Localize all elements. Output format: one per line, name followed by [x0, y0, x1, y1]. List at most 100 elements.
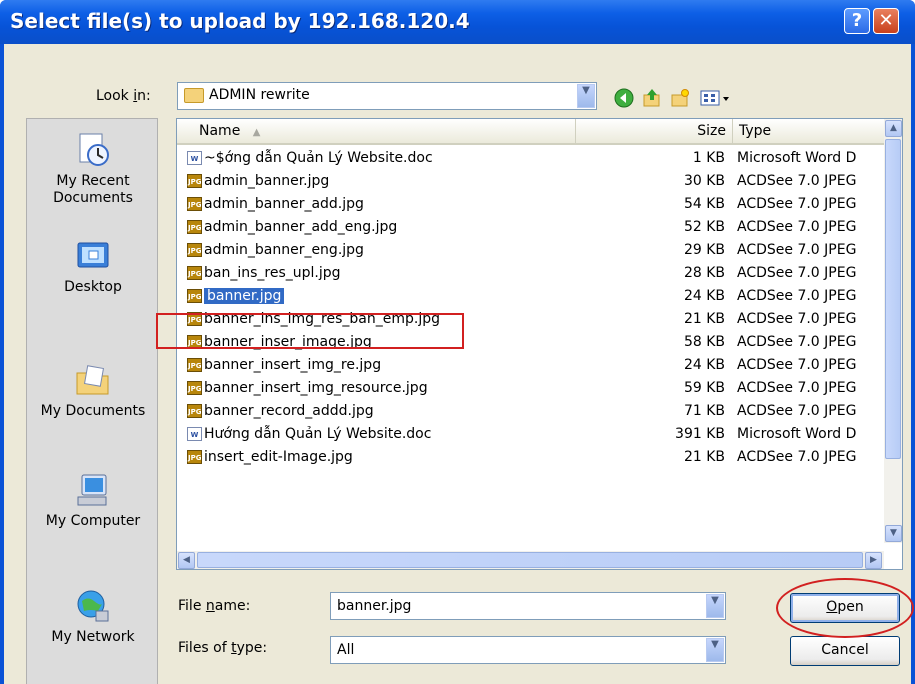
back-icon[interactable]: [614, 88, 634, 108]
file-name: JPG admin_banner_eng.jpg: [187, 242, 364, 258]
file-size: 391 KB: [675, 426, 725, 442]
file-row[interactable]: W ~$ớng dẫn Quản Lý Website.doc 1 KB Micros…: [177, 147, 884, 169]
file-size: 24 KB: [683, 288, 725, 304]
file-row[interactable]: JPG insert_edit-Image.jpg 21 KB ACDSee 7.0 …: [177, 446, 884, 468]
file-row[interactable]: JPG admin_banner.jpg 30 KB ACDSee 7.0 JPEG: [177, 170, 884, 192]
file-name-input[interactable]: banner.jpg ▼: [330, 592, 726, 620]
file-size: 29 KB: [683, 242, 725, 258]
help-button[interactable]: ?: [844, 8, 870, 34]
recent-documents-icon: [79, 133, 109, 166]
highlight-rectangle: [156, 313, 464, 349]
place-my-computer[interactable]: My Computer: [27, 471, 159, 530]
scroll-up-icon[interactable]: ▲: [885, 120, 902, 137]
highlight-ellipse: [776, 578, 914, 638]
column-header-type[interactable]: Type: [732, 119, 884, 145]
file-size: 1 KB: [692, 150, 725, 166]
file-size: 28 KB: [683, 265, 725, 281]
file-size: 24 KB: [683, 357, 725, 373]
place-my-network[interactable]: My Network: [27, 587, 159, 646]
title-bar[interactable]: Select file(s) to upload by 192.168.120.…: [0, 0, 915, 44]
chevron-down-icon[interactable]: ▼: [706, 638, 724, 662]
file-row[interactable]: JPG admin_banner_add.jpg 54 KB ACDSee 7.0 J…: [177, 193, 884, 215]
file-size: 71 KB: [683, 403, 725, 419]
file-row[interactable]: JPG banner_insert_img_resource.jpg 59 KB AC…: [177, 377, 884, 399]
file-name: W Hướng dẫn Quản Lý Website.doc: [187, 423, 431, 445]
file-row[interactable]: W Hướng dẫn Quản Lý Website.doc 391 KB Micr…: [177, 423, 884, 445]
views-menu-icon[interactable]: [700, 88, 734, 108]
file-row[interactable]: JPG admin_banner_add_eng.jpg 52 KB ACDSee 7…: [177, 216, 884, 238]
file-name: JPG banner_record_addd.jpg: [187, 403, 374, 419]
file-name: JPG insert_edit-Image.jpg: [187, 449, 353, 465]
vertical-scroll-thumb[interactable]: [885, 139, 901, 459]
jpeg-file-icon: JPG: [187, 220, 202, 234]
column-header-name[interactable]: Name ▲: [177, 119, 575, 145]
window-title: Select file(s) to upload by 192.168.120.…: [10, 9, 470, 33]
file-name: JPG banner_insert_img_resource.jpg: [187, 380, 428, 396]
chevron-down-icon[interactable]: ▼: [577, 84, 595, 108]
file-row[interactable]: JPG admin_banner_eng.jpg 29 KB ACDSee 7.0 J…: [177, 239, 884, 261]
up-folder-icon[interactable]: [642, 88, 662, 108]
cancel-button[interactable]: Cancel: [790, 636, 900, 666]
jpeg-file-icon: JPG: [187, 358, 202, 372]
jpeg-file-icon: JPG: [187, 450, 202, 464]
word-document-icon: W: [187, 151, 202, 165]
look-in-dropdown[interactable]: ADMIN rewrite ▼: [177, 82, 597, 110]
file-size: 59 KB: [683, 380, 725, 396]
look-in-value: ADMIN rewrite: [209, 87, 310, 103]
jpeg-file-icon: JPG: [187, 266, 202, 280]
file-size: 54 KB: [683, 196, 725, 212]
chevron-down-icon[interactable]: ▼: [706, 594, 724, 618]
file-type: Microsoft Word D: [737, 150, 857, 166]
my-network-icon: [77, 590, 109, 622]
file-type: ACDSee 7.0 JPEG: [737, 242, 857, 258]
scroll-down-icon[interactable]: ▼: [885, 525, 902, 542]
look-in-label: Look in:: [96, 88, 151, 104]
place-recent-documents[interactable]: My Recent Documents: [27, 131, 159, 207]
folder-icon: [184, 87, 204, 103]
files-of-type-label: Files of type:: [178, 640, 268, 656]
file-name: JPG banner.jpg: [187, 285, 285, 307]
sort-ascending-icon: ▲: [252, 127, 261, 138]
horizontal-scrollbar[interactable]: ◀ ▶: [177, 551, 884, 569]
file-name: JPG admin_banner_add.jpg: [187, 196, 364, 212]
jpeg-file-icon: JPG: [187, 381, 202, 395]
jpeg-file-icon: JPG: [187, 404, 202, 418]
file-size: 21 KB: [683, 311, 725, 327]
jpeg-file-icon: JPG: [187, 243, 202, 257]
new-folder-icon[interactable]: [670, 88, 690, 108]
place-my-documents[interactable]: My Documents: [27, 361, 159, 420]
scroll-left-icon[interactable]: ◀: [178, 552, 195, 569]
file-name: JPG admin_banner.jpg: [187, 173, 330, 189]
file-type: ACDSee 7.0 JPEG: [737, 403, 857, 419]
file-name: W ~$ớng dẫn Quản Lý Website.doc: [187, 147, 433, 169]
file-type: ACDSee 7.0 JPEG: [737, 334, 857, 350]
file-row[interactable]: JPG banner.jpg 24 KB ACDSee 7.0 JPEG: [177, 285, 884, 307]
file-row[interactable]: JPG banner_record_addd.jpg 71 KB ACDSee 7.0…: [177, 400, 884, 422]
desktop-icon: [77, 242, 109, 268]
places-bar: My Recent Documents Desktop My Documents…: [26, 118, 158, 684]
horizontal-scroll-thumb[interactable]: [197, 552, 863, 568]
file-type: ACDSee 7.0 JPEG: [737, 311, 857, 327]
file-type: ACDSee 7.0 JPEG: [737, 380, 857, 396]
column-header-size[interactable]: Size: [575, 119, 732, 145]
file-row[interactable]: JPG banner_insert_img_re.jpg 24 KB ACDSee 7…: [177, 354, 884, 376]
file-name-label: File name:: [178, 598, 251, 614]
file-size: 21 KB: [683, 449, 725, 465]
my-computer-icon: [77, 474, 107, 506]
scroll-right-icon[interactable]: ▶: [865, 552, 882, 569]
file-type: ACDSee 7.0 JPEG: [737, 196, 857, 212]
file-type: ACDSee 7.0 JPEG: [737, 357, 857, 373]
place-desktop[interactable]: Desktop: [27, 237, 159, 296]
jpeg-file-icon: JPG: [187, 174, 202, 188]
file-row[interactable]: JPG ban_ins_res_upl.jpg 28 KB ACDSee 7.0 JP…: [177, 262, 884, 284]
file-type: ACDSee 7.0 JPEG: [737, 449, 857, 465]
vertical-scrollbar[interactable]: ▲ ▼: [884, 119, 902, 543]
file-name: JPG admin_banner_add_eng.jpg: [187, 219, 398, 235]
close-button[interactable]: ✕: [873, 8, 899, 34]
file-type: ACDSee 7.0 JPEG: [737, 265, 857, 281]
file-type: ACDSee 7.0 JPEG: [737, 288, 857, 304]
jpeg-file-icon: JPG: [187, 197, 202, 211]
file-size: 52 KB: [683, 219, 725, 235]
file-size: 30 KB: [683, 173, 725, 189]
files-of-type-dropdown[interactable]: All ▼: [330, 636, 726, 664]
